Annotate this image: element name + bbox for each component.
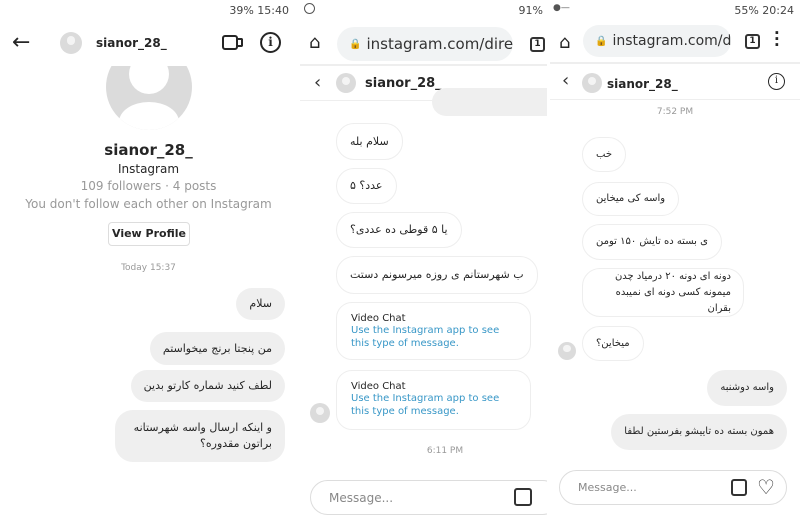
back-arrow-icon[interactable]: ← [12, 30, 30, 55]
video-chat-title: Video Chat [351, 313, 406, 324]
video-chat-title: Video Chat [351, 381, 406, 392]
video-call-icon-lens [238, 38, 243, 47]
status-bar: 55% 20:24 [734, 4, 794, 17]
back-chevron-icon[interactable]: ‹ [562, 70, 569, 91]
header-username[interactable]: sianor_28_ [96, 36, 167, 50]
video-chat-message: Video Chat Use the Instagram app to see … [336, 302, 531, 360]
avatar[interactable] [582, 73, 602, 93]
video-call-icon[interactable] [222, 35, 238, 50]
avatar[interactable] [336, 73, 356, 93]
browser-dm-screen: 91% ⌂ 🔒 instagram.com/direct/t/ 1 ‹ sian… [300, 0, 547, 529]
image-gallery-icon[interactable] [731, 479, 747, 496]
message-bubble: سلام [236, 288, 285, 320]
timestamp: Today 15:37 [121, 263, 176, 273]
message-bubble: من پنجتا برنج میخواستم [149, 332, 285, 365]
status-bar: 91% [518, 4, 543, 17]
more-options-icon[interactable]: · · · [774, 26, 780, 53]
app-dm-screen: 39% 15:40 ← sianor_28_ i sianor_28_ Inst… [0, 0, 297, 529]
address-bar[interactable]: 🔒 instagram.com/direct/t/ [337, 27, 513, 61]
key-icon: ●— [553, 3, 570, 13]
message-placeholder: Message... [578, 481, 637, 494]
url-text: instagram.com/direct/t/ [612, 33, 731, 49]
info-icon[interactable]: i [260, 32, 281, 53]
header-divider [300, 64, 547, 66]
tab-count-button[interactable]: 1 [530, 37, 545, 52]
browser-dm-screen: ●— 55% 20:24 ⌂ 🔒 instagram.com/direct/t/… [550, 0, 800, 529]
header-username[interactable]: sianor_28_ [365, 76, 442, 91]
address-bar[interactable]: 🔒 instagram.com/direct/t/ [583, 25, 731, 57]
status-bar: 39% 15:40 [229, 4, 289, 17]
message-input[interactable]: Message... [559, 470, 787, 505]
back-chevron-icon[interactable]: ‹ [314, 72, 321, 93]
lock-icon: 🔒 [349, 38, 362, 50]
message-bubble: ی بسته ده تایش ۱۵۰ تومن [582, 224, 722, 260]
message-bubble: دونه ای دونه ۲۰ درمیاد چدن میمونه کسی دو… [582, 268, 744, 317]
message-bubble: همون بسته ده تاییشو بفرستین لطفا [611, 414, 787, 450]
home-icon[interactable]: ⌂ [309, 32, 320, 53]
open-in-app-link[interactable]: Use the Instagram app to see this type o… [351, 324, 516, 350]
message-bubble: عدد؟ ۵ [336, 168, 397, 204]
sender-avatar [310, 403, 330, 423]
message-bubble: میخاین؟ [582, 326, 644, 361]
header-username[interactable]: sianor_28_ [607, 77, 678, 91]
profile-platform: Instagram [117, 162, 180, 176]
url-text: instagram.com/direct/t/ [366, 35, 513, 53]
tab-count-button[interactable]: 1 [745, 34, 760, 49]
open-in-app-link[interactable]: Use the Instagram app to see this type o… [351, 392, 516, 418]
message-bubble: خب [582, 137, 627, 172]
message-bubble: واسه دوشنبه [707, 370, 787, 406]
message-bubble: لطف کنید شماره کارتو بدین [130, 370, 285, 402]
message-input[interactable]: Message... [310, 480, 547, 515]
lock-icon: 🔒 [595, 35, 608, 47]
video-chat-message: Video Chat Use the Instagram app to see … [336, 370, 531, 430]
info-icon[interactable]: i [768, 73, 785, 90]
message-bubble: سلام بله [336, 123, 403, 160]
home-icon[interactable]: ⌂ [559, 32, 570, 53]
header-divider [550, 99, 800, 100]
image-gallery-icon[interactable] [514, 488, 532, 506]
timestamp: 6:11 PM [426, 446, 464, 456]
avatar[interactable] [60, 32, 82, 54]
view-profile-button[interactable]: View Profile [108, 222, 190, 246]
message-bubble: واسه کی میخاین [582, 182, 680, 216]
follow-status: You don't follow each other on Instagram [25, 197, 272, 211]
timestamp: 7:52 PM [656, 107, 694, 117]
header-divider [550, 62, 800, 64]
profile-stats: 109 followers · 4 posts [80, 179, 217, 193]
message-bubble-partial [432, 88, 547, 116]
whatsapp-notification-icon [304, 3, 315, 14]
message-bubble: یا ۵ قوطی ده عددی؟ [336, 212, 462, 248]
message-bubble: ب شهرستانم ی روزه میرسونم دستت [336, 256, 538, 294]
message-bubble: و اینکه ارسال واسه شهرستانه براتون مقدور… [115, 410, 285, 462]
message-placeholder: Message... [329, 490, 394, 505]
sender-avatar [558, 342, 576, 360]
profile-username: sianor_28_ [104, 141, 193, 159]
heart-icon[interactable]: ♡ [757, 475, 775, 499]
